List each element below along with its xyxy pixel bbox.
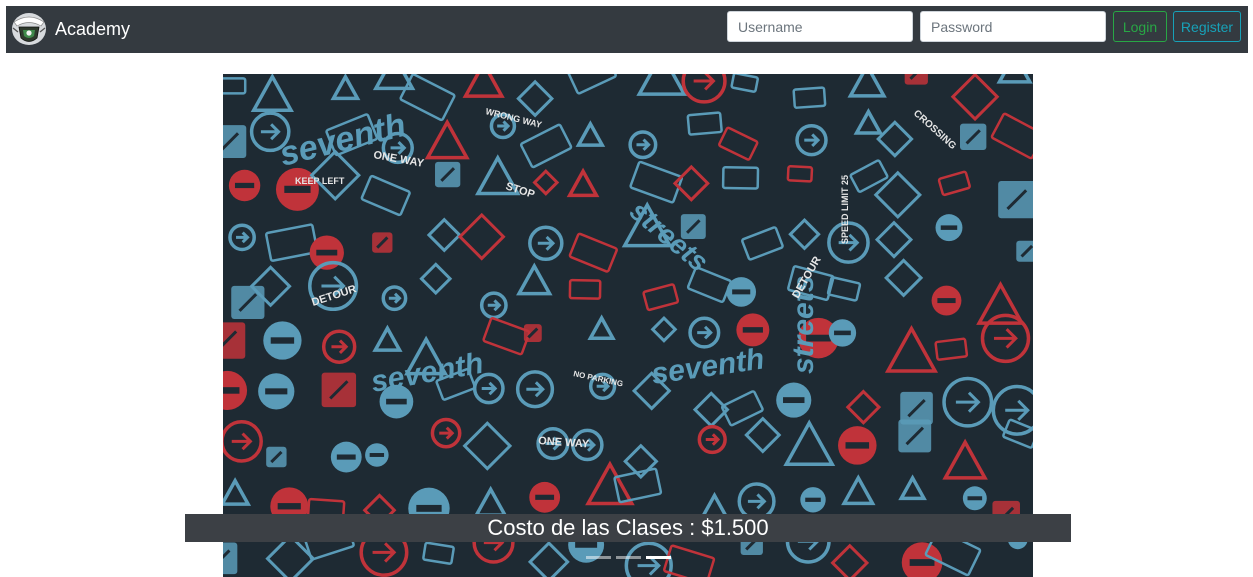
road-sign — [372, 232, 393, 253]
road-sign — [726, 277, 757, 307]
road-sign — [1016, 240, 1033, 262]
road-sign — [263, 321, 302, 360]
road-sign — [231, 285, 265, 320]
road-sign — [228, 169, 261, 202]
road-sign — [998, 180, 1033, 219]
carousel-slide-image: seventh seventh seventh streets streets … — [223, 74, 1033, 577]
road-sign — [523, 324, 542, 342]
road-sign — [800, 487, 826, 513]
sign-keep-left: KEEP LEFT — [295, 176, 345, 186]
password-input[interactable] — [920, 11, 1106, 42]
academy-crest-icon — [12, 13, 46, 45]
road-sign — [898, 419, 932, 453]
road-sign — [962, 486, 987, 511]
top-navbar: Academy Login Register — [6, 6, 1248, 53]
carousel-indicator-3[interactable] — [645, 556, 671, 559]
road-sign — [435, 161, 461, 188]
login-button[interactable]: Login — [1113, 11, 1167, 42]
brand-name: Academy — [55, 18, 131, 39]
road-sign — [935, 214, 963, 242]
carousel-caption: Costo de las Clases : $1.500 — [487, 515, 769, 540]
road-sign — [223, 125, 247, 159]
carousel-indicator-2[interactable] — [615, 556, 641, 559]
carousel-indicators — [223, 556, 1033, 562]
road-sign — [828, 319, 857, 347]
road-sign — [776, 382, 812, 418]
road-sign — [321, 372, 357, 408]
road-sign — [365, 443, 389, 467]
carousel[interactable]: seventh seventh seventh streets streets … — [223, 74, 1033, 577]
road-sign — [959, 123, 987, 151]
carousel-caption-bar: Costo de las Clases : $1.500 — [185, 514, 1071, 542]
road-sign — [736, 313, 770, 347]
carousel-indicator-1[interactable] — [585, 556, 611, 559]
road-sign — [931, 285, 962, 316]
road-sign — [330, 441, 362, 473]
road-sign — [266, 446, 287, 468]
road-sign — [529, 481, 561, 513]
register-button[interactable]: Register — [1173, 11, 1241, 42]
road-sign — [838, 426, 877, 465]
sign-speed-limit: SPEED LIMIT 25 — [840, 175, 850, 244]
road-sign — [258, 373, 295, 410]
brand[interactable]: Academy — [10, 10, 130, 48]
username-input[interactable] — [727, 11, 913, 42]
road-sign — [223, 322, 246, 359]
road-sign — [904, 74, 928, 85]
